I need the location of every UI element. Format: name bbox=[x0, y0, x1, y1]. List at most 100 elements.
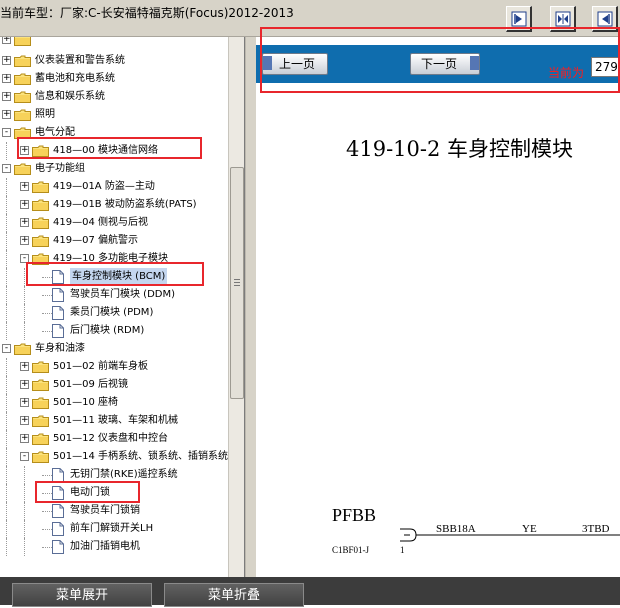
expand-icon[interactable]: + bbox=[20, 434, 29, 443]
folder-icon bbox=[32, 451, 49, 463]
connector-name: PFBB bbox=[332, 505, 377, 525]
document-icon bbox=[52, 468, 64, 482]
tree-item[interactable]: 驾驶员车门模块 (DDM) bbox=[0, 286, 228, 304]
tree-item[interactable]: +419—07 偏航警示 bbox=[0, 232, 228, 250]
expand-icon[interactable]: + bbox=[20, 200, 29, 209]
collapse-icon[interactable]: - bbox=[2, 164, 11, 173]
tree-item-label: 501—11 玻璃、车架和机械 bbox=[53, 415, 178, 426]
folder-icon bbox=[32, 217, 49, 229]
folder-icon bbox=[14, 109, 31, 121]
tree-item-label: 仪表装置和警告系统 bbox=[35, 55, 125, 66]
tree-item[interactable]: 驾驶员车门锁销 bbox=[0, 502, 228, 520]
tree-item-label: 照明 bbox=[35, 109, 55, 120]
tree-item-label: 501—12 仪表盘和中控台 bbox=[53, 433, 168, 444]
tree-item[interactable]: - 车身和油漆 bbox=[0, 340, 228, 358]
expand-icon[interactable]: + bbox=[2, 56, 11, 65]
tree-item-label: 电子功能组 bbox=[35, 163, 85, 174]
collapse-icon[interactable]: - bbox=[20, 452, 29, 461]
tree-item[interactable]: +501—09 后视镜 bbox=[0, 376, 228, 394]
highlight-navigation bbox=[260, 27, 620, 93]
circuit-label: SBB18A bbox=[436, 523, 476, 535]
tree-item-label: 419—07 偏航警示 bbox=[53, 235, 138, 246]
tree-item[interactable]: + 信息和娱乐系统 bbox=[0, 88, 228, 106]
tree-item-label: 驾驶员车门模块 (DDM) bbox=[70, 289, 176, 300]
tree-item-label: 501—02 前端车身板 bbox=[53, 361, 148, 372]
tree-item[interactable]: +501—12 仪表盘和中控台 bbox=[0, 430, 228, 448]
highlight-power-lock bbox=[35, 481, 140, 503]
car-model-label: 当前车型：厂家:C-长安福特福克斯(Focus)2012-2013 bbox=[0, 6, 294, 20]
folder-icon bbox=[32, 181, 49, 193]
tree-item[interactable]: 后门模块 (RDM) bbox=[0, 322, 228, 340]
tree-item-label: 乘员门模块 (PDM) bbox=[70, 307, 154, 318]
highlight-bcm bbox=[26, 262, 204, 286]
tree-item[interactable]: +501—10 座椅 bbox=[0, 394, 228, 412]
folder-icon bbox=[32, 415, 49, 427]
tree-item-label: 501—10 座椅 bbox=[53, 397, 118, 408]
document-pane: 上一页 下一页 当前为 279 419-10-2 车身控制模块 PFBB C1B… bbox=[256, 37, 620, 577]
destination-label: 3TBD bbox=[582, 523, 610, 535]
tree-item[interactable]: - 501—14 手柄系统、锁系统、插销系统 bbox=[0, 448, 228, 466]
expand-icon[interactable]: + bbox=[20, 218, 29, 227]
expand-icon[interactable]: + bbox=[20, 398, 29, 407]
tree-item-label: 419—01B 被动防盗系统(PATS) bbox=[53, 199, 197, 210]
collapse-icon[interactable]: - bbox=[2, 344, 11, 353]
folder-icon bbox=[32, 379, 49, 391]
expand-icon[interactable]: + bbox=[20, 236, 29, 245]
tree-item[interactable]: +419—04 侧视与后视 bbox=[0, 214, 228, 232]
folder-icon bbox=[32, 361, 49, 373]
tree-item-label: 419—01A 防盗—主动 bbox=[53, 181, 155, 192]
expand-menu-button[interactable]: 菜单展开 bbox=[12, 583, 152, 607]
expand-icon[interactable]: + bbox=[2, 92, 11, 101]
wire-color-label: YE bbox=[522, 523, 537, 535]
tree-item[interactable]: +419—01B 被动防盗系统(PATS) bbox=[0, 196, 228, 214]
expand-icon[interactable]: + bbox=[20, 182, 29, 191]
document-icon bbox=[52, 324, 64, 338]
document-title: 419-10-2 车身控制模块 bbox=[346, 137, 574, 161]
folder-icon bbox=[14, 163, 31, 175]
document-icon bbox=[52, 504, 64, 518]
tree-item-label: 419—04 侧视与后视 bbox=[53, 217, 148, 228]
expand-icon[interactable]: + bbox=[2, 110, 11, 119]
collapse-menu-button[interactable]: 菜单折叠 bbox=[164, 583, 304, 607]
folder-icon bbox=[32, 433, 49, 445]
expand-pages-icon bbox=[555, 11, 571, 27]
folder-icon bbox=[14, 55, 31, 67]
tree-item-label: 501—14 手柄系统、锁系统、插销系统 bbox=[53, 451, 228, 462]
tree-item[interactable]: + 蓄电池和充电系统 bbox=[0, 70, 228, 88]
tree-item-label: 蓄电池和充电系统 bbox=[35, 73, 115, 84]
step-forward-icon bbox=[511, 11, 527, 27]
tree-item[interactable]: +501—11 玻璃、车架和机械 bbox=[0, 412, 228, 430]
expand-icon[interactable]: + bbox=[20, 416, 29, 425]
tree-item[interactable]: + 照明 bbox=[0, 106, 228, 124]
tree-item[interactable]: 加油门插销电机 bbox=[0, 538, 228, 556]
tree-item-label: 501—09 后视镜 bbox=[53, 379, 128, 390]
folder-icon bbox=[32, 235, 49, 247]
tree-item-label: 驾驶员车门锁销 bbox=[70, 505, 140, 516]
folder-icon bbox=[14, 73, 31, 85]
document-icon bbox=[52, 306, 64, 320]
scrollbar-thumb[interactable] bbox=[230, 167, 244, 399]
expand-icon[interactable]: + bbox=[2, 74, 11, 83]
folder-icon bbox=[32, 199, 49, 211]
folder-icon bbox=[32, 397, 49, 409]
expand-icon[interactable]: + bbox=[20, 380, 29, 389]
document-icon bbox=[52, 522, 64, 536]
tree-item-label: 前车门解锁开关LH bbox=[70, 523, 154, 534]
tree-item-label: 车身和油漆 bbox=[35, 343, 85, 354]
step-back-icon bbox=[597, 11, 613, 27]
document-icon bbox=[52, 288, 64, 302]
tree-scrollbar[interactable] bbox=[228, 37, 244, 577]
expand-icon[interactable]: + bbox=[20, 362, 29, 371]
highlight-network bbox=[17, 137, 202, 159]
tree-item[interactable]: 乘员门模块 (PDM) bbox=[0, 304, 228, 322]
tree-item[interactable]: 前车门解锁开关LH bbox=[0, 520, 228, 538]
collapse-icon[interactable]: - bbox=[2, 128, 11, 137]
tree-item[interactable]: +419—01A 防盗—主动 bbox=[0, 178, 228, 196]
folder-icon bbox=[14, 91, 31, 103]
tree-item[interactable]: +501—02 前端车身板 bbox=[0, 358, 228, 376]
document-icon bbox=[52, 540, 64, 554]
tree-item[interactable]: - 电子功能组 bbox=[0, 160, 228, 178]
tree-item-label: 加油门插销电机 bbox=[70, 541, 140, 552]
tree-item-label: 信息和娱乐系统 bbox=[35, 91, 105, 102]
tree-item[interactable]: + 仪表装置和警告系统 bbox=[0, 52, 228, 70]
